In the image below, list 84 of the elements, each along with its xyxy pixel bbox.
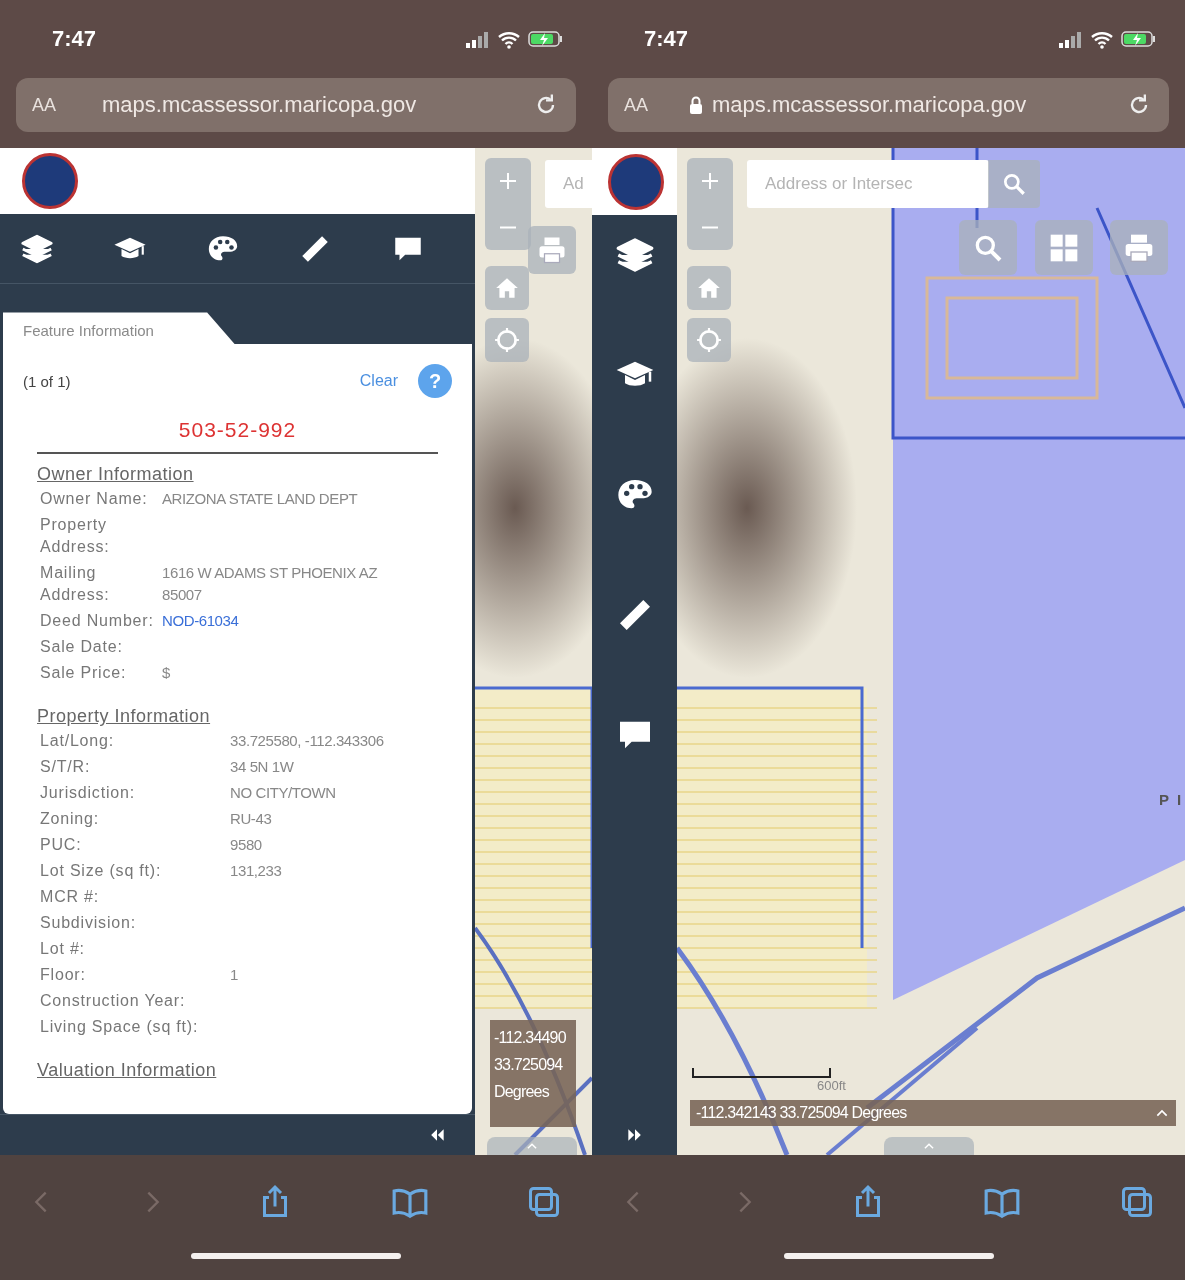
address-bar[interactable]: AA maps.mcassessor.maricopa.gov bbox=[16, 78, 576, 132]
tabs-button[interactable] bbox=[526, 1184, 562, 1220]
field-label: Zoning: bbox=[40, 809, 100, 830]
field-label: Floor: bbox=[40, 965, 87, 986]
county-seal-logo bbox=[22, 153, 78, 210]
url-text: maps.mcassessor.maricopa.gov bbox=[102, 92, 417, 118]
clear-link[interactable]: Clear bbox=[359, 372, 398, 391]
field-value: $ bbox=[162, 663, 170, 684]
field-value: 131,233 bbox=[230, 861, 282, 882]
county-seal-logo bbox=[608, 153, 664, 210]
forward-icon bbox=[145, 1190, 160, 1214]
tabs-button[interactable] bbox=[1119, 1184, 1155, 1220]
result-count: (1 of 1) bbox=[23, 372, 71, 390]
address-search-field[interactable]: Address or Intersec bbox=[747, 160, 989, 208]
scale-label: 600ft bbox=[817, 1078, 846, 1093]
field-label: Owner Name: bbox=[40, 489, 149, 510]
back-icon bbox=[626, 1190, 640, 1214]
help-button[interactable]: ? bbox=[418, 364, 452, 399]
field-label: Subdivision: bbox=[40, 913, 137, 934]
text-size-button[interactable]: AA bbox=[624, 94, 648, 116]
field-value: 1 bbox=[230, 965, 238, 986]
text-size-button[interactable]: AA bbox=[32, 94, 56, 116]
wifi-icon bbox=[496, 29, 522, 49]
url-text: maps.mcassessor.maricopa.gov bbox=[712, 92, 1027, 118]
field-label: PUC: bbox=[40, 835, 83, 856]
feature-information-tab[interactable]: Feature Information bbox=[3, 312, 235, 345]
field-label: Lot Size (sq ft): bbox=[40, 861, 163, 882]
field-value: 33.725580, -112.343306 bbox=[230, 731, 384, 752]
section-heading[interactable]: Property Information bbox=[37, 706, 438, 728]
map-label: P I bbox=[1159, 791, 1184, 808]
status-time: 7:47 bbox=[644, 26, 689, 52]
field-label: Lat/Long: bbox=[40, 731, 115, 752]
signal-icon bbox=[464, 30, 490, 48]
battery-icon bbox=[1121, 29, 1157, 49]
lock-icon bbox=[688, 95, 704, 115]
wifi-icon bbox=[1089, 29, 1115, 49]
field-label: Lot #: bbox=[40, 939, 86, 960]
deed-link[interactable]: NOD-61034 bbox=[162, 610, 239, 633]
chevron-up-icon bbox=[922, 1141, 936, 1151]
panel-handle[interactable] bbox=[487, 1137, 577, 1155]
forward-icon bbox=[737, 1190, 752, 1214]
search-button[interactable] bbox=[988, 160, 1040, 208]
coordinates-readout: -112.34490 33.725094 Degrees bbox=[490, 1020, 576, 1127]
tabs-icon bbox=[526, 1184, 562, 1220]
field-value: NO CITY/TOWN bbox=[230, 783, 336, 804]
parcel-number: 503-52-992 bbox=[37, 418, 438, 455]
chevron-up-icon bbox=[525, 1141, 539, 1151]
panel-handle[interactable] bbox=[884, 1137, 974, 1155]
field-label: Deed Number: bbox=[40, 611, 155, 632]
field-value: 34 5N 1W bbox=[230, 757, 294, 778]
battery-icon bbox=[528, 29, 564, 49]
field-label: Construction Year: bbox=[40, 991, 187, 1012]
field-value: 1616 W ADAMS ST PHOENIX AZ 85007 bbox=[162, 563, 379, 606]
basemap-button[interactable] bbox=[1035, 220, 1093, 275]
field-label: Living Space (sq ft): bbox=[40, 1017, 200, 1038]
chevron-up-icon bbox=[1154, 1107, 1170, 1119]
printer-icon bbox=[537, 235, 567, 265]
section-heading[interactable]: Owner Information bbox=[37, 464, 438, 486]
layers-button[interactable] bbox=[614, 235, 655, 275]
signal-icon bbox=[1057, 30, 1083, 48]
field-label: Jurisdiction: bbox=[40, 783, 136, 804]
search-tool-button[interactable] bbox=[959, 220, 1017, 275]
field-label: Property Address: bbox=[40, 515, 111, 558]
address-search-field[interactable]: Ad bbox=[545, 160, 592, 208]
field-label: Sale Date: bbox=[40, 637, 124, 658]
coordinates-readout: -112.342143 33.725094 Degrees bbox=[690, 1100, 1176, 1126]
crosshair-icon bbox=[494, 327, 520, 353]
field-label: S/T/R: bbox=[40, 757, 92, 778]
field-label: MCR #: bbox=[40, 887, 101, 908]
field-value: RU-43 bbox=[230, 809, 272, 830]
status-time: 7:47 bbox=[52, 26, 97, 52]
print-button[interactable] bbox=[528, 226, 576, 274]
search-icon bbox=[1001, 171, 1027, 197]
field-label: Sale Price: bbox=[40, 663, 128, 684]
address-bar[interactable]: AA maps.mcassessor.maricopa.gov bbox=[608, 78, 1169, 132]
tabs-icon bbox=[1119, 1184, 1155, 1220]
field-value: ARIZONA STATE LAND DEPT bbox=[162, 489, 358, 510]
back-icon bbox=[34, 1190, 48, 1214]
print-button[interactable] bbox=[1110, 220, 1168, 275]
crosshair-icon bbox=[696, 327, 722, 353]
section-heading[interactable]: Valuation Information bbox=[37, 1060, 438, 1082]
layers-icon bbox=[614, 235, 655, 275]
field-label: Mailing Address: bbox=[40, 563, 111, 606]
field-value: 9580 bbox=[230, 835, 262, 856]
